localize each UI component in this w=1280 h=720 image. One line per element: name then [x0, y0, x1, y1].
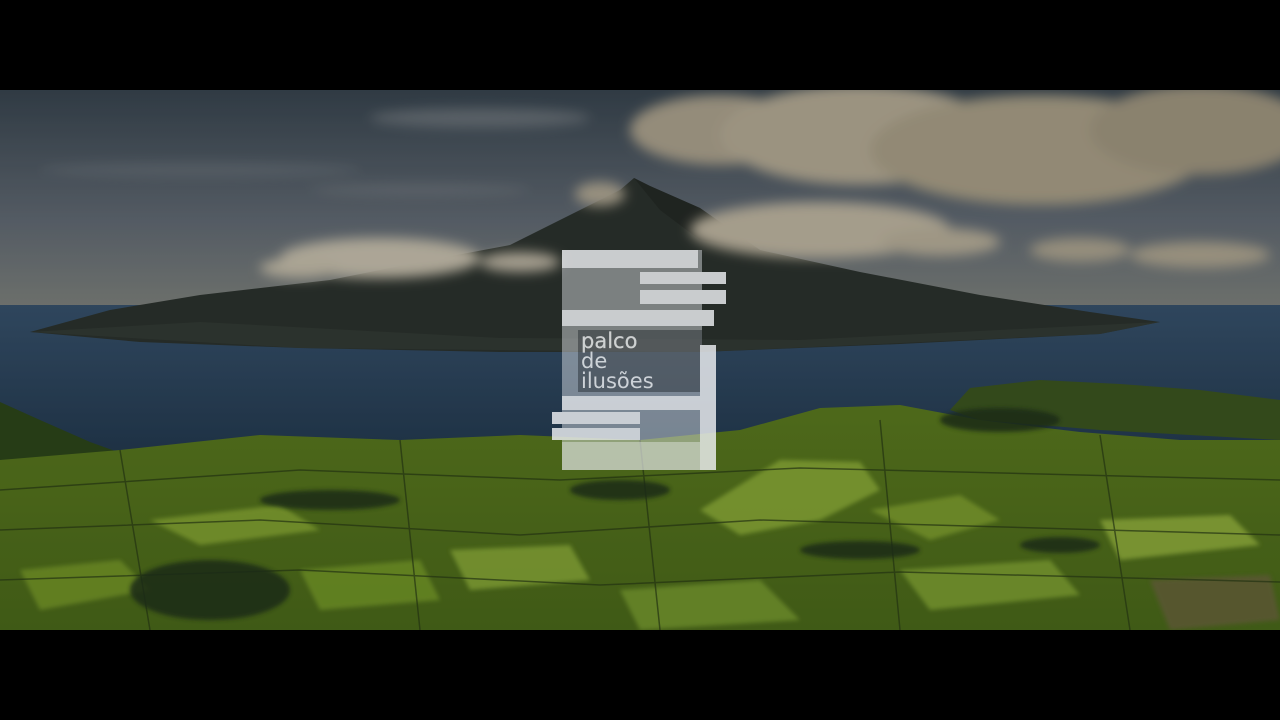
- letterbox-bottom: [0, 630, 1280, 720]
- letterbox-top: [0, 0, 1280, 90]
- video-frame: palco de ilusões: [0, 0, 1280, 720]
- logo-line-3: ilusões: [581, 369, 654, 393]
- palco-de-ilusoes-logo: palco de ilusões: [552, 250, 726, 470]
- landscape-scene: palco de ilusões: [0, 90, 1280, 630]
